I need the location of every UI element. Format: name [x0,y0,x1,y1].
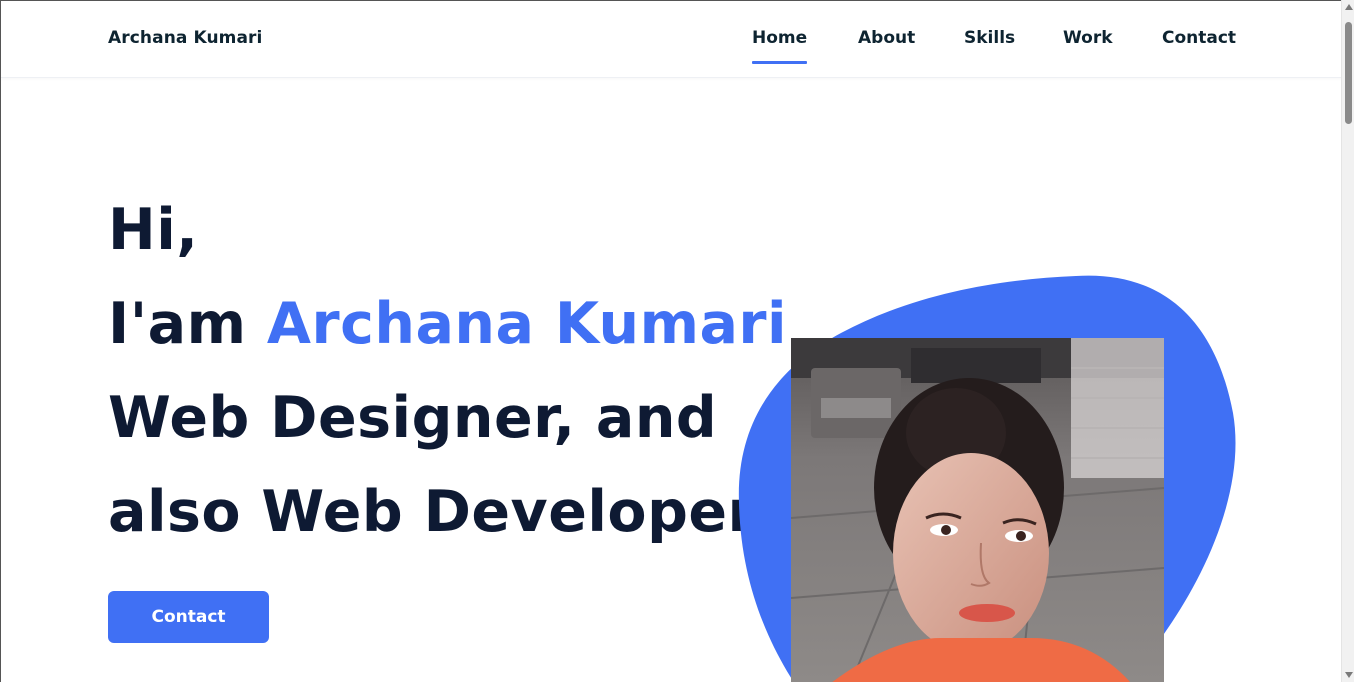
scroll-down-arrow-icon[interactable] [1345,672,1353,678]
page-scrollbar[interactable] [1341,0,1354,682]
profile-photo [791,338,1164,682]
hero-role-line-2: also Web Developer [108,479,757,545]
site-header: Archana Kumari Home About Skills Work Co… [1,1,1341,78]
hero-greeting: Hi, [108,197,199,263]
profile-photo-illustration [791,338,1164,682]
nav-home-link[interactable]: Home [752,28,808,64]
hero-name-line: I'am Archana Kumari [108,277,787,371]
hero-role-line-1: Web Designer, and [108,385,718,451]
hero-name: Archana Kumari [266,291,788,357]
scroll-thumb[interactable] [1345,22,1352,124]
hero-title: Hi, I'am Archana Kumari Web Designer, an… [108,183,787,559]
nav-about-link[interactable]: About [858,28,915,48]
nav-contact-link[interactable]: Contact [1162,28,1236,48]
scroll-up-arrow-icon[interactable] [1345,4,1353,10]
nav-work-link[interactable]: Work [1063,28,1113,48]
nav-skills-link[interactable]: Skills [964,28,1015,48]
page: Archana Kumari Home About Skills Work Co… [0,0,1341,682]
hero-name-prefix: I'am [108,291,267,357]
contact-button[interactable]: Contact [108,591,269,643]
main-nav: Home About Skills Work Contact [1,28,1341,68]
